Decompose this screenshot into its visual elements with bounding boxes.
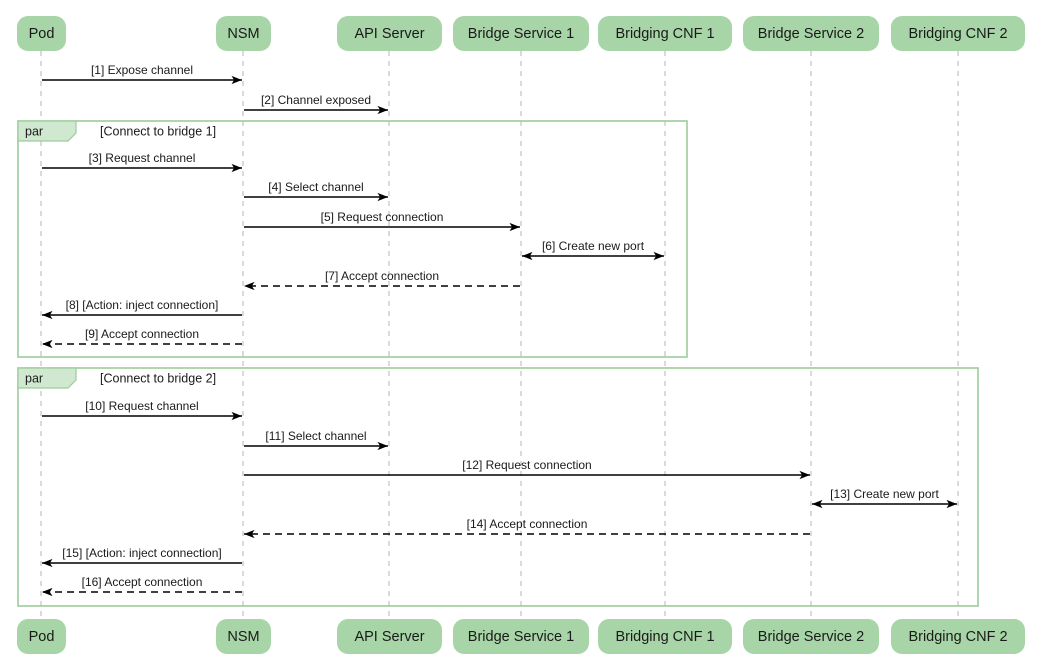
- message-1: [1] Expose channel: [42, 63, 242, 85]
- fragment-operator-label: par: [25, 125, 43, 139]
- message-label: [1] Expose channel: [91, 63, 193, 77]
- message-label: [5] Request connection: [321, 210, 444, 224]
- participant-api-head[interactable]: API Server: [337, 16, 442, 51]
- participant-cnf2-head[interactable]: Bridging CNF 2: [891, 16, 1025, 51]
- message-label: [7] Accept connection: [325, 269, 439, 283]
- fragment-operator-label: par: [25, 372, 43, 386]
- message-label: [14] Accept connection: [467, 517, 588, 531]
- participant-label: Bridge Service 1: [468, 629, 574, 645]
- message-label: [16] Accept connection: [82, 575, 203, 589]
- participant-label: Bridging CNF 1: [615, 26, 714, 42]
- message-11: [11] Select channel: [244, 429, 388, 451]
- message-13: [13] Create new port: [812, 487, 957, 509]
- message-label: [9] Accept connection: [85, 327, 199, 341]
- sequence-diagram-canvas: par [Connect to bridge 1] par [Connect to b…: [17, 16, 1025, 654]
- messages-group: [1] Expose channel [2] Channel exposed [3]…: [42, 63, 957, 597]
- sequence-diagram: par [Connect to bridge 1] par [Connect to b…: [0, 0, 1040, 663]
- message-label: [11] Select channel: [265, 429, 366, 443]
- message-label: [2] Channel exposed: [261, 93, 371, 107]
- message-label: [6] Create new port: [542, 239, 645, 253]
- message-label: [4] Select channel: [268, 180, 363, 194]
- participant-api-foot[interactable]: API Server: [337, 619, 442, 654]
- participant-bs1-head[interactable]: Bridge Service 1: [453, 16, 589, 51]
- message-8: [8] [Action: inject connection]: [42, 298, 242, 320]
- participant-cnf1-foot[interactable]: Bridging CNF 1: [598, 619, 732, 654]
- participant-pod-foot[interactable]: Pod: [17, 619, 66, 654]
- participant-pod-head[interactable]: Pod: [17, 16, 66, 51]
- message-15: [15] [Action: inject connection]: [42, 546, 242, 568]
- participant-head-group: Pod NSM API Server Bridge Service 1 Bridging…: [17, 16, 1025, 51]
- participant-cnf1-head[interactable]: Bridging CNF 1: [598, 16, 732, 51]
- participant-label: API Server: [354, 629, 424, 645]
- message-label: [15] [Action: inject connection]: [62, 546, 221, 560]
- message-16: [16] Accept connection: [42, 575, 242, 597]
- message-label: [8] [Action: inject connection]: [66, 298, 219, 312]
- fragment-condition-label: [Connect to bridge 1]: [100, 125, 216, 139]
- message-6: [6] Create new port: [522, 239, 664, 261]
- participant-bs2-foot[interactable]: Bridge Service 2: [743, 619, 879, 654]
- message-5: [5] Request connection: [244, 210, 520, 232]
- participant-label: Bridging CNF 1: [615, 629, 714, 645]
- participant-label: NSM: [227, 26, 259, 42]
- message-9: [9] Accept connection: [42, 327, 242, 349]
- fragment-condition-label: [Connect to bridge 2]: [100, 372, 216, 386]
- participant-nsm-foot[interactable]: NSM: [216, 619, 271, 654]
- message-14: [14] Accept connection: [244, 517, 810, 539]
- participant-bs2-head[interactable]: Bridge Service 2: [743, 16, 879, 51]
- participant-label: Bridge Service 2: [758, 629, 864, 645]
- participant-label: Bridge Service 1: [468, 26, 574, 42]
- message-3: [3] Request channel: [42, 151, 242, 173]
- participant-foot-group: Pod NSM API Server Bridge Service 1 Bridging…: [17, 619, 1025, 654]
- participant-label: Pod: [29, 629, 55, 645]
- message-12: [12] Request connection: [244, 458, 810, 480]
- message-7: [7] Accept connection: [244, 269, 520, 291]
- participant-label: Pod: [29, 26, 55, 42]
- participant-label: API Server: [354, 26, 424, 42]
- fragments-group: par [Connect to bridge 1] par [Connect to b…: [17, 120, 979, 607]
- message-2: [2] Channel exposed: [244, 93, 388, 115]
- participant-label: Bridge Service 2: [758, 26, 864, 42]
- participant-cnf2-foot[interactable]: Bridging CNF 2: [891, 619, 1025, 654]
- message-label: [3] Request channel: [89, 151, 196, 165]
- participant-label: NSM: [227, 629, 259, 645]
- message-10: [10] Request channel: [42, 399, 242, 421]
- participant-label: Bridging CNF 2: [908, 629, 1007, 645]
- participant-label: Bridging CNF 2: [908, 26, 1007, 42]
- message-label: [10] Request channel: [85, 399, 198, 413]
- participant-bs1-foot[interactable]: Bridge Service 1: [453, 619, 589, 654]
- participant-nsm-head[interactable]: NSM: [216, 16, 271, 51]
- message-label: [12] Request connection: [462, 458, 591, 472]
- message-4: [4] Select channel: [244, 180, 388, 202]
- message-label: [13] Create new port: [830, 487, 939, 501]
